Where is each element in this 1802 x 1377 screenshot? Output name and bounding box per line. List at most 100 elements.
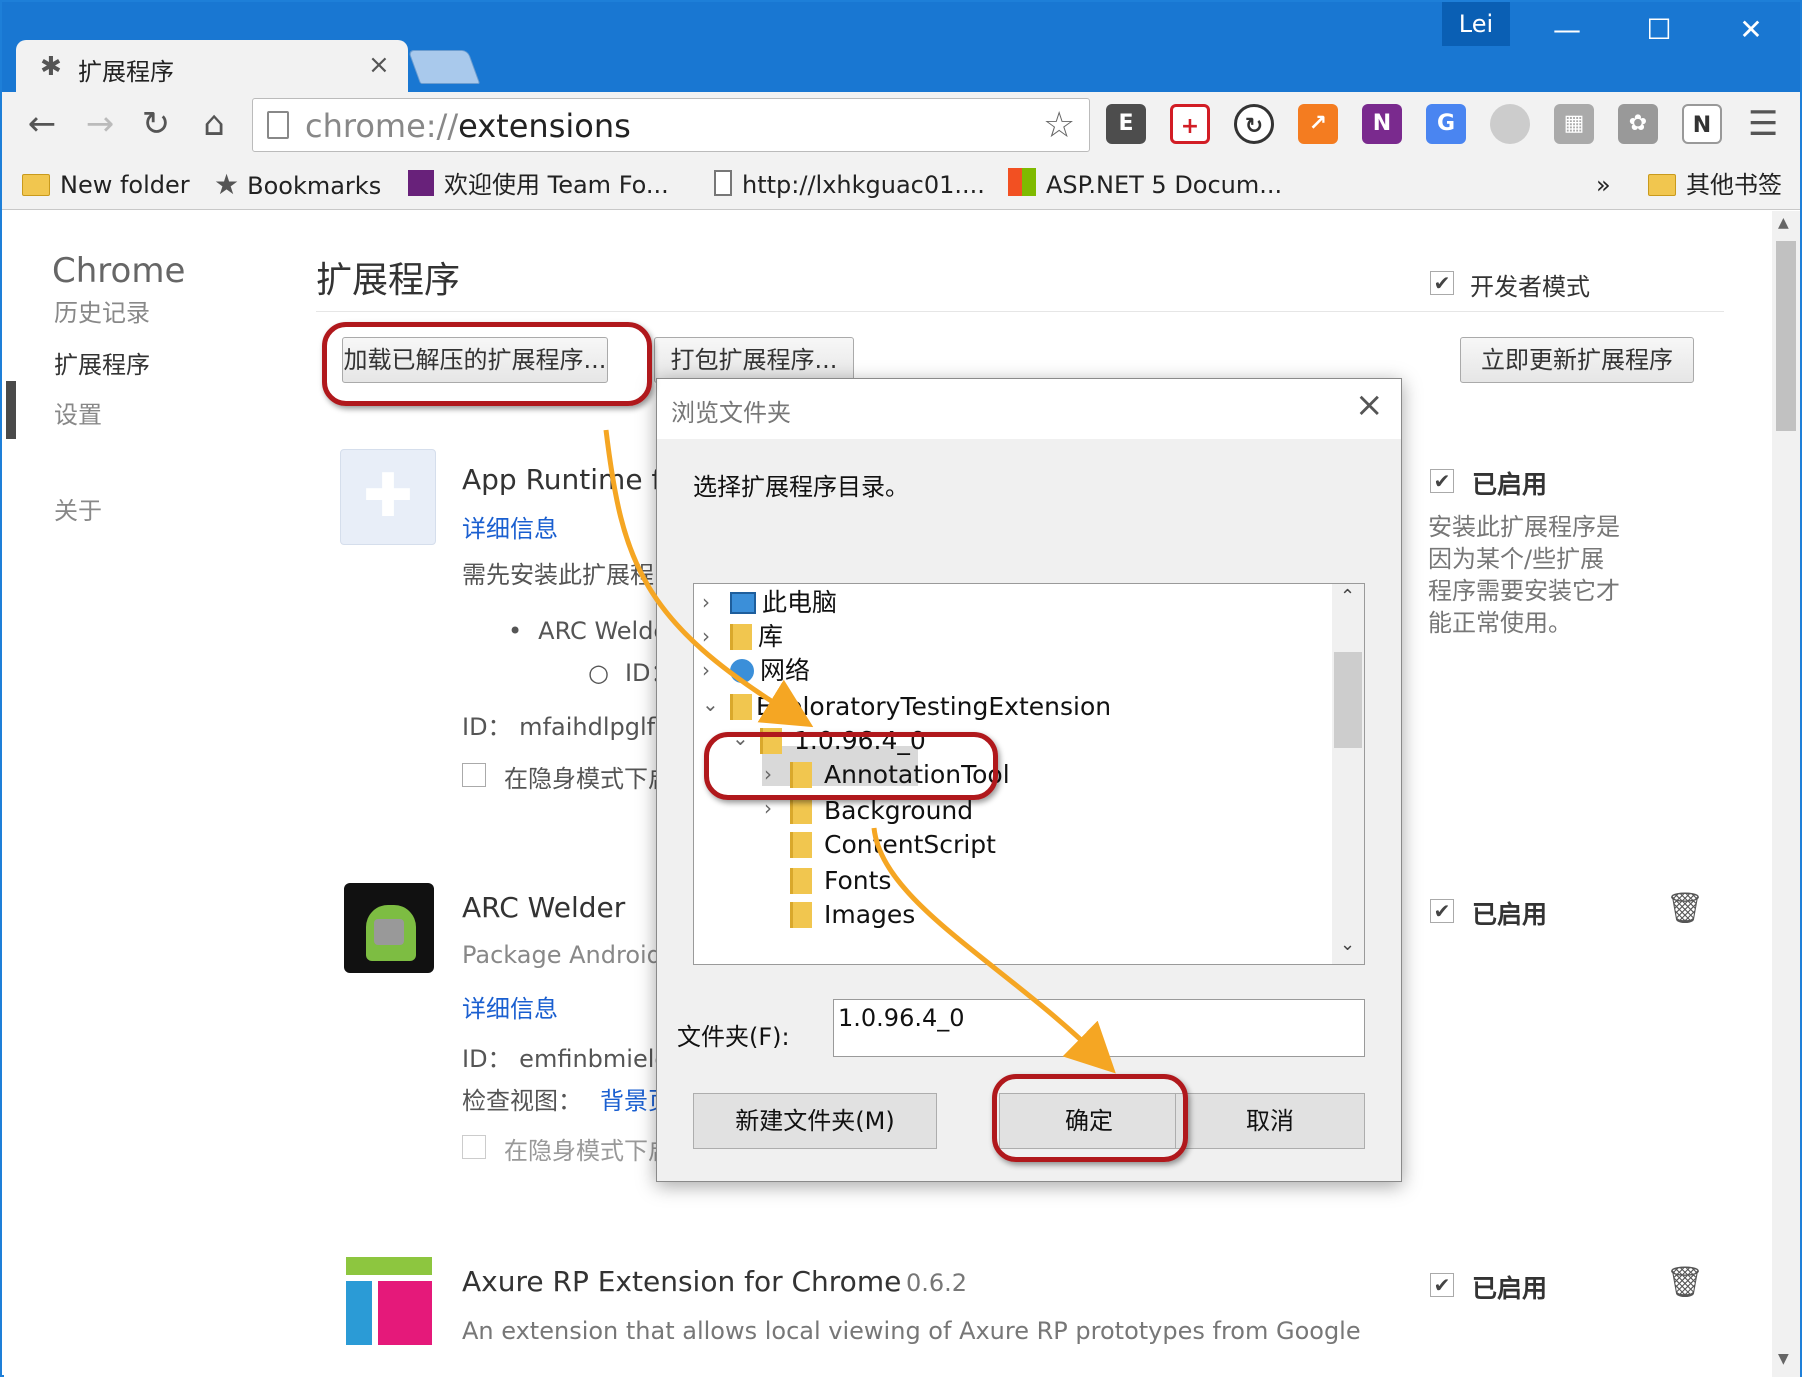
bookmark-star-icon[interactable]: ☆ [1043, 105, 1075, 146]
sidebar-title: Chrome [52, 251, 186, 291]
cancel-button[interactable]: 取消 [1175, 1093, 1365, 1149]
developer-mode-checkbox[interactable]: ✔ [1430, 271, 1454, 295]
inspect-views-label: 检查视图： [462, 1087, 582, 1115]
url-text: chrome://extensions [305, 107, 631, 145]
new-folder-button[interactable]: 新建文件夹(M) [693, 1093, 937, 1149]
clock-plus-icon[interactable]: + [1170, 104, 1210, 144]
tree-scrollbar[interactable]: ⌃ ⌄ [1332, 584, 1364, 964]
expand-arrow-icon[interactable]: › [702, 590, 710, 614]
layout-icon[interactable]: ▦ [1554, 104, 1594, 144]
home-button[interactable]: ⌂ [190, 100, 238, 148]
bookmark-other[interactable]: 其他书签 [1648, 168, 1782, 202]
tree-item-images[interactable]: Images [790, 896, 915, 934]
tree-item-fonts[interactable]: Fonts [790, 862, 891, 900]
tree-item-this-pc[interactable]: 此电脑 [730, 584, 837, 622]
incognito-label: 在隐身模式下启 [504, 1137, 672, 1165]
expand-arrow-icon[interactable]: › [702, 624, 710, 648]
tree-item-content-script[interactable]: ContentScript [790, 826, 996, 864]
enabled-label: 已启用 [1472, 470, 1548, 499]
star-icon: ★ [214, 168, 240, 201]
reload-button[interactable]: ↻ [132, 100, 180, 148]
developer-mode-label: 开发者模式 [1470, 273, 1590, 301]
enabled-checkbox[interactable]: ✔ [1430, 899, 1454, 923]
bookmark-lxhkguac[interactable]: http://lxhkguac01.... [714, 168, 985, 202]
details-link[interactable]: 详细信息 [462, 989, 558, 1024]
scroll-thumb[interactable] [1776, 241, 1796, 431]
scroll-up-arrow[interactable]: ⌃ [1340, 586, 1355, 607]
computer-icon [730, 592, 756, 614]
apps-icon[interactable]: ✿ [1618, 104, 1658, 144]
folder-field-label: 文件夹(F): [677, 1023, 790, 1051]
incognito-checkbox[interactable] [462, 763, 486, 787]
sidebar-item-history[interactable]: 历史记录 [54, 293, 150, 328]
details-link[interactable]: 详细信息 [462, 509, 558, 544]
enabled-checkbox[interactable]: ✔ [1430, 469, 1454, 493]
bookmark-bookmarks[interactable]: ★ Bookmarks [214, 168, 381, 202]
forward-button[interactable]: → [76, 100, 124, 148]
folder-name-input[interactable]: 1.0.96.4_0 [833, 999, 1365, 1057]
dependency-note: 安装此扩展程序是因为某个/些扩展程序需要安装它才能正常使用。 [1428, 513, 1620, 637]
tree-item-network[interactable]: 网络 [730, 652, 810, 690]
expand-arrow-icon[interactable]: › [702, 658, 710, 682]
arc-welder-icon [344, 883, 434, 973]
sync-icon[interactable]: ↻ [1234, 104, 1274, 144]
toolbar: ← → ↻ ⌂ chrome://extensions ☆ E + ↻ ↗ N … [2, 92, 1800, 160]
tab-extensions[interactable]: ✱ 扩展程序 × [16, 40, 408, 92]
title-bar: Lei — ☐ ✕ ✱ 扩展程序 × [2, 2, 1800, 92]
folder-icon [790, 798, 812, 824]
highlight-version-folder [704, 732, 998, 800]
trash-icon[interactable]: 🗑 [1666, 891, 1704, 926]
scroll-thumb[interactable] [1334, 652, 1362, 748]
highlight-load-unpacked [322, 322, 652, 406]
close-window-button[interactable]: ✕ [1706, 2, 1796, 58]
chart-icon[interactable]: ↗ [1298, 104, 1338, 144]
tab-title: 扩展程序 [78, 58, 174, 86]
bookmark-new-folder[interactable]: New folder [22, 168, 190, 202]
enabled-checkbox[interactable]: ✔ [1430, 1273, 1454, 1297]
sidebar-item-settings[interactable]: 设置 [54, 395, 102, 430]
enabled-label: 已启用 [1472, 1274, 1548, 1303]
dialog-title: 浏览文件夹 [671, 399, 791, 427]
circle-icon[interactable] [1490, 104, 1530, 144]
back-button[interactable]: ← [18, 100, 66, 148]
translate-icon[interactable]: G [1426, 104, 1466, 144]
network-icon [730, 659, 754, 683]
extension-name: ARC Welder [462, 891, 626, 924]
evernote-icon[interactable]: E [1106, 104, 1146, 144]
collapse-arrow-icon[interactable]: ⌄ [702, 692, 719, 716]
incognito-checkbox[interactable] [462, 1135, 486, 1159]
folder-icon [22, 174, 50, 196]
address-bar[interactable]: chrome://extensions ☆ [252, 98, 1090, 152]
dialog-close-icon[interactable]: × [1355, 385, 1384, 425]
minimize-button[interactable]: — [1522, 2, 1612, 58]
tab-close-icon[interactable]: × [368, 50, 390, 80]
page-icon [267, 111, 289, 139]
update-extensions-button[interactable]: 立即更新扩展程序 [1460, 337, 1694, 383]
extension-description: 需先安装此扩展程 [462, 561, 654, 589]
trash-icon[interactable]: 🗑 [1666, 1265, 1704, 1300]
new-tab-button[interactable] [407, 50, 481, 84]
folder-icon [790, 902, 812, 928]
maximize-button[interactable]: ☐ [1614, 2, 1704, 58]
onenote-icon[interactable]: N [1362, 104, 1402, 144]
scroll-up-arrow[interactable]: ▲ [1778, 215, 1789, 231]
profile-button[interactable]: Lei [1442, 2, 1510, 46]
bookmarks-overflow[interactable]: » [1596, 168, 1611, 202]
dependency-bullet: • ARC Welde [508, 617, 669, 645]
note-icon[interactable]: N [1682, 104, 1722, 144]
bookmark-aspnet[interactable]: ASP.NET 5 Docum... [1008, 168, 1282, 202]
page-scrollbar[interactable]: ▲ ▼ [1772, 211, 1800, 1377]
scroll-down-arrow[interactable]: ⌄ [1340, 934, 1355, 955]
extension-version: 0.6.2 [906, 1269, 968, 1297]
pack-extension-button[interactable]: 打包扩展程序... [654, 337, 854, 383]
tree-item-exploratory-testing-extension[interactable]: ExploratoryTestingExtension [730, 688, 1111, 726]
axure-icon [346, 1257, 432, 1345]
tree-item-libraries[interactable]: 库 [730, 618, 783, 656]
menu-icon[interactable]: ☰ [1748, 104, 1778, 144]
bookmark-team-foundation[interactable]: 欢迎使用 Team Fo... [408, 168, 669, 202]
page-icon [714, 170, 732, 196]
sidebar-item-extensions[interactable]: 扩展程序 [54, 345, 150, 380]
sidebar-item-about[interactable]: 关于 [54, 491, 102, 526]
puzzle-icon: ✱ [40, 52, 62, 82]
scroll-down-arrow[interactable]: ▼ [1778, 1351, 1789, 1367]
